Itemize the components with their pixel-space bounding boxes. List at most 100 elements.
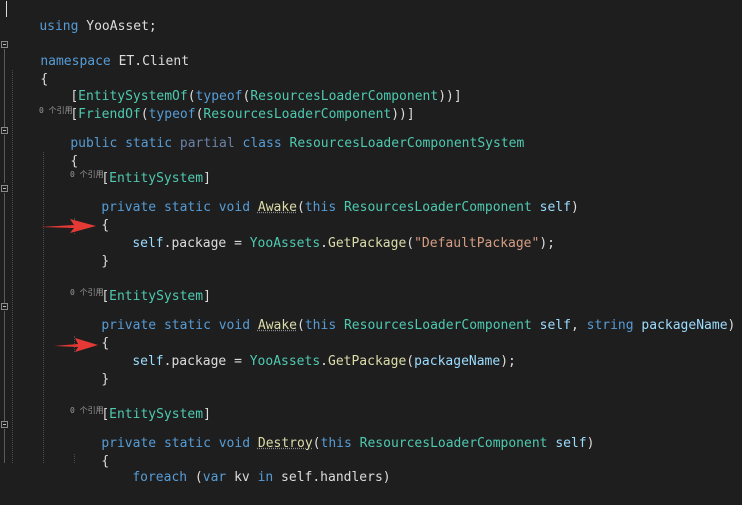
code-line-brace[interactable]: { [70,199,109,233]
collapse-icon[interactable] [1,127,8,134]
keyword-class: class [242,136,282,151]
method-name: Destroy [257,436,313,451]
argument-name: packageName [414,354,501,369]
gutter-fold-line [4,429,5,463]
code-line-brace[interactable]: } [70,235,109,269]
red-arrow-icon [40,219,96,233]
code-line-method-signature[interactable]: private static void Awake(this Resources… [70,299,735,333]
string-literal: "DefaultPackage" [414,236,540,251]
method-call: GetPackage [328,354,407,369]
paren: ) [586,436,595,451]
keyword-private: private [101,436,157,451]
class-name: YooAssets [249,236,321,251]
namespace-name: YooAsset [86,19,149,34]
code-line-statement[interactable]: self.package = YooAssets.GetPackage("Def… [101,217,555,251]
dot: . [320,236,328,251]
indent-guide [12,70,13,463]
paren-semicolon: ); [539,236,555,251]
keyword-in: in [257,470,274,485]
code-line-brace[interactable]: { [9,53,48,87]
reference-count[interactable]: 0 个引用 [70,288,104,298]
gutter-fold-line [4,193,5,303]
reference-count[interactable]: 0 个引用 [39,106,73,116]
code-line-class[interactable]: public static partial class ResourcesLoa… [39,117,524,151]
code-line-attribute[interactable]: [EntitySystemOf(typeof(ResourcesLoaderCo… [39,70,461,104]
code-line-brace[interactable]: { [70,317,109,351]
close-bracket: ))] [438,89,462,104]
keyword-namespace: namespace [40,54,111,69]
reference-count[interactable]: 0 个引用 [70,406,104,416]
paren: ( [406,354,415,369]
code-line-attribute[interactable]: [EntitySystem] [70,152,211,186]
keyword-static: static [163,200,211,215]
code-line-statement[interactable]: foreach (var kv in self.handlers) [101,451,390,485]
self-reference: self [132,354,164,369]
code-line-attribute[interactable]: [FriendOf(typeof(ResourcesLoaderComponen… [39,88,414,122]
red-arrow-icon [54,338,98,352]
keyword-foreach: foreach [132,470,188,485]
collapse-icon[interactable] [1,303,8,310]
close-brace: } [101,372,110,387]
paren: ) [727,318,736,333]
paren: ( [312,436,321,451]
namespace-name: ET.Client [118,54,190,69]
code-line-attribute[interactable]: [EntitySystem] [70,270,211,304]
dot: . [320,354,328,369]
parameter-name: self [539,200,571,215]
keyword-string: string [586,318,634,333]
code-line-namespace[interactable]: namespace ET.Client [9,35,189,69]
keyword-this: this [304,318,337,333]
semicolon: ; [148,19,157,34]
gutter-fold-line [4,311,5,421]
code-line-brace[interactable]: } [70,353,109,387]
type-name: ResourcesLoaderComponent [359,436,548,451]
indent-guide [43,152,44,463]
keyword-var: var [202,470,227,485]
parameter-name: packageName [641,318,728,333]
method-name: Awake [257,200,298,215]
code-editor[interactable]: using YooAsset; namespace ET.Client { [E… [0,0,742,485]
code-line-method-signature[interactable]: private static void Destroy(this Resourc… [70,417,594,451]
keyword-using: using [39,19,79,34]
keyword-static: static [163,436,211,451]
keyword-static: static [163,318,211,333]
keyword-partial: partial [179,136,235,151]
keyword-private: private [101,318,157,333]
collapse-icon[interactable] [1,421,8,428]
class-name: ResourcesLoaderComponentSystem [289,136,525,151]
keyword-void: void [218,436,251,451]
code-line-method-signature[interactable]: private static void Awake(this Resources… [70,181,578,215]
paren: ( [406,236,415,251]
collapse-icon[interactable] [1,185,8,192]
keyword-private: private [101,200,157,215]
type-name: ResourcesLoaderComponent [343,200,532,215]
keyword-this: this [320,436,352,451]
close-brace: } [101,254,110,269]
loop-variable: kv [226,470,258,485]
parameter-name: self [555,436,587,451]
code-line-attribute[interactable]: [EntitySystem] [70,388,211,422]
code-line-using[interactable]: using YooAsset; [6,0,157,34]
self-reference: self [132,236,164,251]
gutter-fold-line [4,49,5,127]
code-line-brace[interactable]: { [39,135,78,169]
paren: ( [187,470,203,485]
comma: , [570,318,587,333]
class-name: YooAssets [249,354,321,369]
gutter-fold-line [4,135,5,183]
method-call: GetPackage [328,236,407,251]
method-name: Awake [257,318,298,333]
paren: ( [297,200,305,215]
paren: ( [297,318,305,333]
reference-count[interactable]: 0 个引用 [70,170,104,180]
type-name: ResourcesLoaderComponent [343,318,532,333]
member-assign: .package = [163,354,250,369]
text-cursor [6,1,7,17]
paren: ) [570,200,579,215]
keyword-void: void [218,318,251,333]
keyword-void: void [218,200,251,215]
collapse-icon[interactable] [1,41,8,48]
loop-source: self.handlers) [273,470,391,485]
keyword-this: this [304,200,337,215]
code-line-statement[interactable]: self.package = YooAssets.GetPackage(pack… [101,335,516,369]
